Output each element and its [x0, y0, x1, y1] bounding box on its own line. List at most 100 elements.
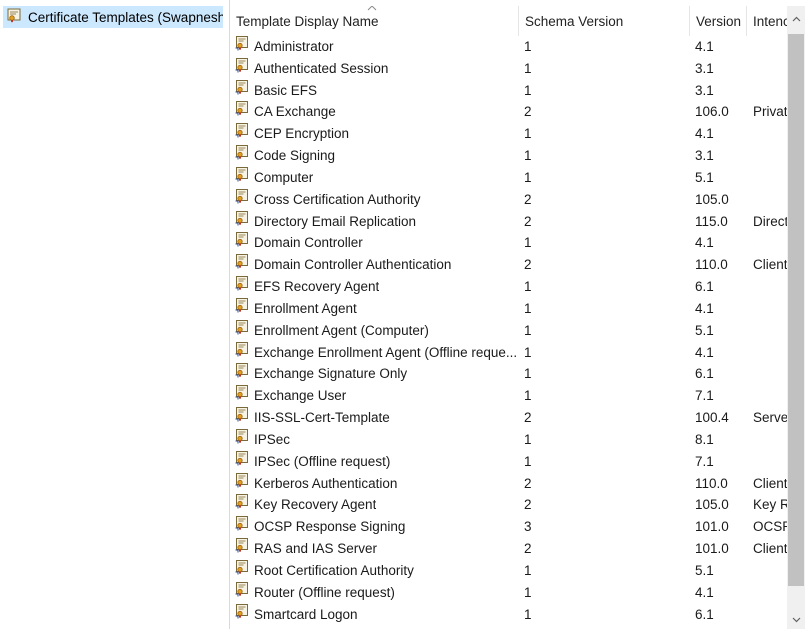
schema-version-cell: 1 — [524, 148, 532, 164]
version-cell: 6.1 — [695, 606, 714, 622]
certificate-template-icon — [235, 385, 250, 407]
schema-version-cell: 2 — [524, 213, 532, 229]
schema-version-cell: 1 — [524, 606, 532, 622]
schema-version-cell: 1 — [524, 235, 532, 251]
table-row[interactable]: Router (Offline request) 1 4.1 — [230, 581, 786, 604]
version-cell: 6.1 — [695, 279, 714, 295]
template-name: Key Recovery Agent — [254, 497, 377, 513]
template-name: CEP Encryption — [254, 126, 350, 142]
template-name-cell: CEP Encryption — [235, 123, 520, 145]
version-cell: 5.1 — [695, 562, 714, 578]
table-row[interactable]: Root Certification Authority 1 5.1 — [230, 559, 786, 582]
certificate-template-icon — [235, 472, 250, 495]
table-row[interactable]: IPSec (Offline request) 1 7.1 — [230, 450, 786, 473]
table-row[interactable]: CEP Encryption 1 4.1 — [230, 123, 786, 145]
certificate-template-icon — [235, 210, 250, 233]
template-name: Router (Offline request) — [254, 584, 395, 600]
certificate-template-icon — [235, 57, 250, 80]
table-row[interactable]: Authenticated Session 1 3.1 — [230, 57, 786, 80]
schema-version-cell: 1 — [524, 279, 532, 295]
schema-version-cell: 1 — [524, 344, 532, 360]
tree-item-label: Certificate Templates (Swapnesh- — [28, 9, 223, 25]
table-row[interactable]: Domain Controller 1 4.1 — [230, 232, 786, 254]
table-row[interactable]: IPSec 1 8.1 — [230, 428, 786, 451]
table-row[interactable]: Enrollment Agent (Computer) 1 5.1 — [230, 319, 786, 342]
table-row[interactable]: Administrator 1 4.1 — [230, 36, 786, 58]
certificate-template-icon — [235, 559, 250, 582]
certificate-template-icon — [235, 516, 250, 538]
schema-version-cell: 1 — [524, 322, 532, 338]
template-name-cell: Computer — [235, 166, 520, 189]
certificate-template-icon — [235, 79, 250, 102]
table-row[interactable]: IIS-SSL-Cert-Template 2 100.4 Serve — [230, 407, 788, 429]
version-cell: 6.1 — [695, 366, 714, 382]
table-row[interactable]: CA Exchange 2 106.0 Privat — [230, 101, 788, 123]
version-cell: 5.1 — [695, 322, 714, 338]
table-row[interactable]: Code Signing 1 3.1 — [230, 145, 786, 167]
console-tree-pane: Certificate Templates (Swapnesh- — [0, 0, 227, 629]
scroll-down-arrow-icon[interactable] — [787, 611, 805, 629]
version-cell: 101.0 — [695, 541, 729, 557]
table-row[interactable]: Exchange Enrollment Agent (Offline reque… — [230, 341, 786, 364]
table-row[interactable]: Kerberos Authentication 2 110.0 Client — [230, 472, 788, 495]
template-name: Exchange Enrollment Agent (Offline reque… — [254, 344, 518, 360]
scrollbar-thumb[interactable] — [788, 34, 804, 586]
template-name-cell: IIS-SSL-Cert-Template — [235, 407, 520, 429]
column-header-version[interactable]: Version — [690, 6, 747, 36]
template-name: Cross Certification Authority — [254, 191, 421, 207]
table-row[interactable]: EFS Recovery Agent 1 6.1 — [230, 276, 786, 298]
certificate-template-icon — [235, 319, 250, 342]
template-name-cell: Domain Controller Authentication — [235, 254, 520, 276]
version-cell: 4.1 — [695, 344, 714, 360]
version-cell: 4.1 — [695, 584, 714, 600]
table-row[interactable]: Exchange Signature Only 1 6.1 — [230, 363, 786, 385]
table-row[interactable]: Key Recovery Agent 2 105.0 Key R — [230, 494, 790, 516]
tree-item-certificate-templates[interactable]: Certificate Templates (Swapnesh- — [3, 6, 223, 28]
version-cell: 101.0 — [695, 519, 729, 535]
template-name-cell: IPSec — [235, 428, 520, 451]
certificate-template-icon — [235, 101, 250, 123]
table-row[interactable]: Computer 1 5.1 — [230, 166, 786, 189]
column-header-label: Version — [696, 14, 742, 29]
table-row[interactable]: Exchange User 1 7.1 — [230, 385, 786, 407]
schema-version-cell: 2 — [524, 497, 532, 513]
certificate-template-icon — [235, 341, 250, 364]
template-name: Authenticated Session — [254, 60, 389, 76]
template-name: Basic EFS — [254, 82, 318, 98]
table-row[interactable]: OCSP Response Signing 3 101.0 OCSP — [230, 516, 791, 538]
version-cell: 4.1 — [695, 39, 714, 54]
table-row[interactable]: Enrollment Agent 1 4.1 — [230, 297, 786, 320]
version-cell: 4.1 — [695, 235, 714, 251]
template-name: OCSP Response Signing — [254, 519, 406, 535]
table-row[interactable]: RAS and IAS Server 2 101.0 Client — [230, 538, 788, 560]
table-row[interactable]: Basic EFS 1 3.1 — [230, 79, 786, 102]
template-name: IPSec — [254, 431, 291, 447]
certificate-template-icon — [235, 166, 250, 189]
column-header-schema-version[interactable]: Schema Version — [519, 6, 690, 36]
template-name-cell: RAS and IAS Server — [235, 538, 520, 560]
certificate-template-icon — [235, 297, 250, 320]
certificate-template-icon — [235, 254, 250, 276]
schema-version-cell: 1 — [524, 82, 532, 98]
version-cell: 3.1 — [695, 82, 714, 98]
schema-version-cell: 2 — [524, 257, 532, 273]
certificate-template-icon — [235, 428, 250, 451]
version-cell: 7.1 — [695, 388, 714, 404]
template-name-cell: Smartcard Logon — [235, 603, 520, 626]
table-row[interactable]: Domain Controller Authentication 2 110.0 Cl… — [230, 254, 788, 276]
template-name-cell: Root Certification Authority — [235, 559, 520, 582]
template-name-cell: Key Recovery Agent — [235, 494, 520, 516]
template-name: Exchange User — [254, 388, 347, 404]
template-name: Enrollment Agent — [254, 300, 357, 316]
vertical-scrollbar[interactable] — [787, 6, 805, 629]
template-name-cell: Domain Controller — [235, 232, 520, 254]
schema-version-cell: 1 — [524, 169, 532, 185]
certificate-template-icon — [235, 363, 250, 385]
table-row[interactable]: Cross Certification Authority 2 105.0 — [230, 188, 786, 211]
table-row[interactable]: Directory Email Replication 2 115.0 Direct — [230, 210, 788, 233]
scroll-up-arrow-icon[interactable] — [787, 10, 805, 28]
template-name: Exchange Signature Only — [254, 366, 408, 382]
table-row[interactable]: Smartcard Logon 1 6.1 — [230, 603, 786, 626]
schema-version-cell: 1 — [524, 584, 532, 600]
template-name-cell: Exchange Enrollment Agent (Offline reque… — [235, 341, 520, 364]
